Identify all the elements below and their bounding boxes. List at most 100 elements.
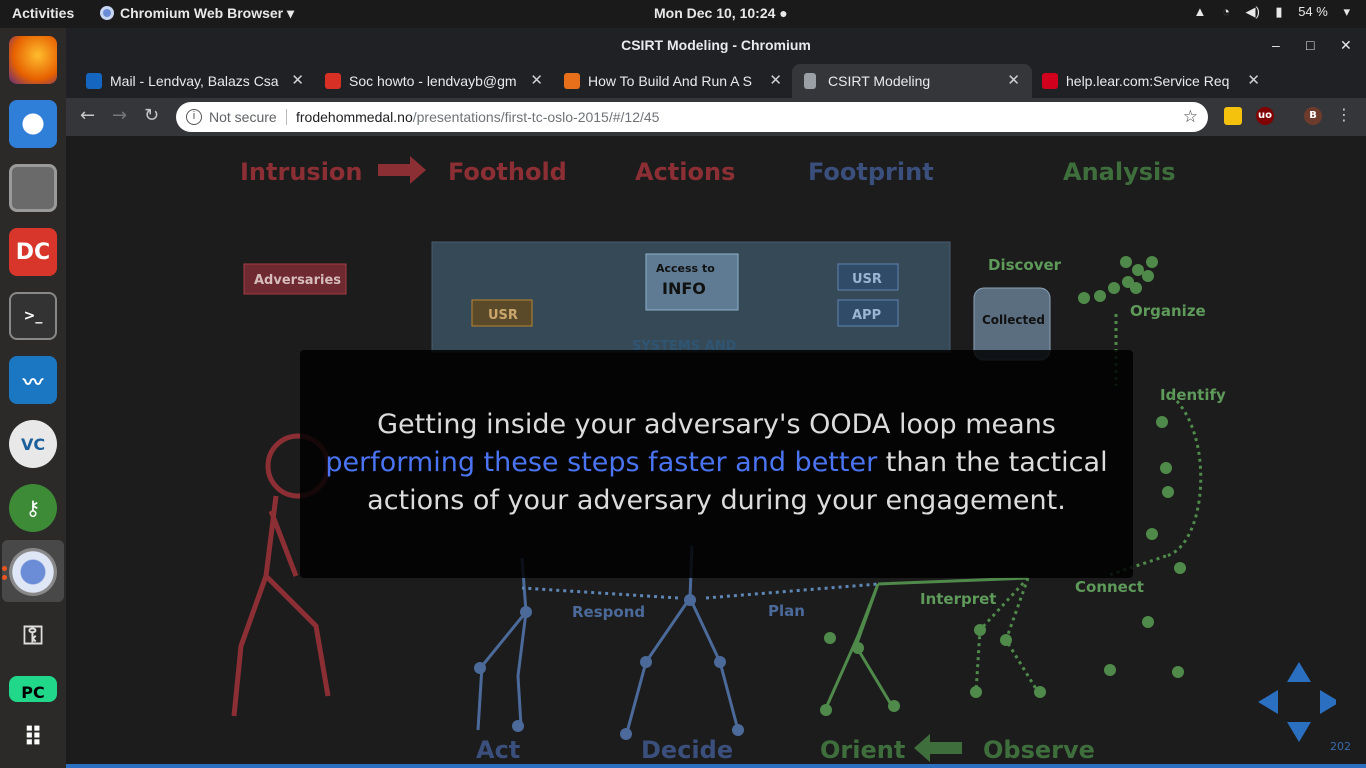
header-analysis: Analysis xyxy=(1063,158,1176,186)
wifi-icon: ◔ xyxy=(1221,4,1230,19)
interpret-label: Interpret xyxy=(920,590,996,608)
tab-help-lear[interactable]: help.lear.com:Service Req ✕ xyxy=(1042,64,1260,98)
tab-title: Soc howto - lendvayb@gm xyxy=(349,73,517,89)
back-icon[interactable]: ← xyxy=(80,105,95,126)
tab-gmail[interactable]: Soc howto - lendvayb@gm ✕ xyxy=(325,64,543,98)
dotted-arrows xyxy=(521,582,879,600)
header-intrusion: Intrusion xyxy=(240,158,363,186)
profile-avatar[interactable]: B xyxy=(1304,107,1322,125)
firefox-icon[interactable] xyxy=(9,36,57,84)
maximize-button[interactable]: □ xyxy=(1306,28,1314,62)
label-act: Act xyxy=(476,736,520,764)
slide-content: Intrusion Foothold Actions Footprint Ana… xyxy=(66,136,1366,768)
lear-icon xyxy=(1042,73,1058,89)
double-commander-icon[interactable]: DC xyxy=(9,228,57,276)
quote-line-2: performing these steps faster and better… xyxy=(300,444,1133,482)
chevron-down-icon: ▾ xyxy=(1343,4,1350,19)
bookmark-star-icon[interactable]: ☆ xyxy=(1183,102,1198,132)
show-apps-icon[interactable]: ⠿ xyxy=(9,714,57,762)
tab-title: help.lear.com:Service Req xyxy=(1066,73,1230,89)
nav-down-icon[interactable] xyxy=(1287,722,1311,742)
nav-up-icon[interactable] xyxy=(1287,662,1311,682)
tab-mail[interactable]: Mail - Lendvay, Balazs Csa ✕ xyxy=(86,64,304,98)
minimize-button[interactable]: – xyxy=(1272,28,1280,62)
app-menu[interactable]: Chromium Web Browser ▾ xyxy=(100,5,294,22)
quote-line-1: Getting inside your adversary's OODA loo… xyxy=(377,409,1056,440)
window-title: CSIRT Modeling - Chromium xyxy=(621,37,811,53)
system-tray[interactable]: ▲ ◔ ◀) ▮ 54 % ▾ xyxy=(1181,4,1350,20)
arrow-icon xyxy=(378,156,426,184)
connect-label: Connect xyxy=(1075,578,1144,596)
search-icon xyxy=(564,73,580,89)
running-indicator xyxy=(2,575,7,580)
close-tab-icon[interactable]: ✕ xyxy=(1007,64,1020,98)
accessibility-icon: ▲ xyxy=(1193,4,1207,19)
chromium-dock-icon[interactable] xyxy=(9,548,57,596)
menu-icon[interactable]: ⋮ xyxy=(1336,105,1352,124)
adversaries-label: Adversaries xyxy=(254,273,341,288)
url: frodehommedal.no/presentations/first-tc-… xyxy=(296,102,659,132)
battery-icon: ▮ xyxy=(1275,4,1283,19)
document-icon xyxy=(804,73,816,89)
toolbar: ← → ↻ i Not secure frodehommedal.no/pres… xyxy=(66,98,1366,136)
collected-label: Collected xyxy=(982,313,1045,327)
url-path: /presentations/first-tc-oslo-2015/#/12/4… xyxy=(412,109,660,125)
pycharm-icon[interactable]: PC xyxy=(9,676,57,702)
app-menu-label: Chromium Web Browser ▾ xyxy=(120,5,295,21)
tab-csirt-modeling[interactable]: CSIRT Modeling ✕ xyxy=(792,64,1032,98)
access-label: Access to xyxy=(656,262,715,275)
nav-left-icon[interactable] xyxy=(1258,690,1278,714)
header-actions: Actions xyxy=(635,158,735,186)
quote-overlay: Getting inside your adversary's OODA loo… xyxy=(300,350,1133,578)
thunderbird-icon[interactable] xyxy=(9,100,57,148)
nav-right-icon[interactable] xyxy=(1320,690,1336,714)
info-label: INFO xyxy=(662,279,706,298)
slide-navigation xyxy=(1258,662,1336,742)
close-tab-icon[interactable]: ✕ xyxy=(1247,64,1260,98)
app-label: APP xyxy=(852,308,881,323)
chromium-icon xyxy=(100,6,114,20)
tab-title: CSIRT Modeling xyxy=(828,73,931,89)
divider xyxy=(286,109,287,125)
activities-button[interactable]: Activities xyxy=(12,5,74,21)
arrow-left-icon xyxy=(914,734,962,762)
dock: DC >_ 〰 VC ⚷ ⚿ PC ⠿ xyxy=(0,28,66,768)
usr-label-2: USR xyxy=(852,272,882,287)
info-icon[interactable]: i xyxy=(186,109,202,125)
veracrypt-icon[interactable]: VC xyxy=(9,420,57,468)
close-window-button[interactable]: ✕ xyxy=(1340,28,1352,62)
header-foothold: Foothold xyxy=(448,158,567,186)
usr-label: USR xyxy=(488,308,518,323)
gmail-icon xyxy=(325,73,341,89)
outlook-icon xyxy=(86,73,102,89)
close-tab-icon[interactable]: ✕ xyxy=(291,64,304,98)
quote-highlight: performing these steps faster and better xyxy=(325,447,878,478)
files-icon[interactable] xyxy=(9,164,57,212)
quote-line-2-rest: than the tactical xyxy=(877,447,1108,478)
slide-number: 202 xyxy=(1330,740,1351,753)
top-bar: Activities Chromium Web Browser ▾ Mon De… xyxy=(0,0,1366,28)
extension-icon[interactable] xyxy=(1224,107,1242,125)
close-tab-icon[interactable]: ✕ xyxy=(769,64,782,98)
clock[interactable]: Mon Dec 10, 10:24 ● xyxy=(654,5,788,21)
battery-percent: 54 % xyxy=(1298,4,1328,19)
keepass-icon[interactable]: ⚷ xyxy=(9,484,57,532)
reload-icon[interactable]: ↻ xyxy=(144,105,159,126)
organize-label: Organize xyxy=(1130,302,1206,320)
close-tab-icon[interactable]: ✕ xyxy=(530,64,543,98)
tab-title: How To Build And Run A S xyxy=(588,73,752,89)
identify-label: Identify xyxy=(1160,386,1226,404)
keys-icon[interactable]: ⚿ xyxy=(9,612,57,660)
respond-label: Respond xyxy=(572,603,645,621)
ublock-icon[interactable]: uo xyxy=(1256,107,1274,125)
terminal-icon[interactable]: >_ xyxy=(9,292,57,340)
forward-icon[interactable]: → xyxy=(112,105,127,126)
plan-label: Plan xyxy=(768,602,805,620)
tab-howto[interactable]: How To Build And Run A S ✕ xyxy=(564,64,782,98)
label-observe: Observe xyxy=(983,736,1095,764)
title-bar: CSIRT Modeling - Chromium – □ ✕ xyxy=(66,28,1366,62)
browser-window: CSIRT Modeling - Chromium – □ ✕ Mail - L… xyxy=(66,28,1366,768)
address-bar[interactable]: i Not secure frodehommedal.no/presentati… xyxy=(176,102,1208,132)
system-monitor-icon[interactable]: 〰 xyxy=(9,356,57,404)
running-indicator xyxy=(2,566,7,571)
